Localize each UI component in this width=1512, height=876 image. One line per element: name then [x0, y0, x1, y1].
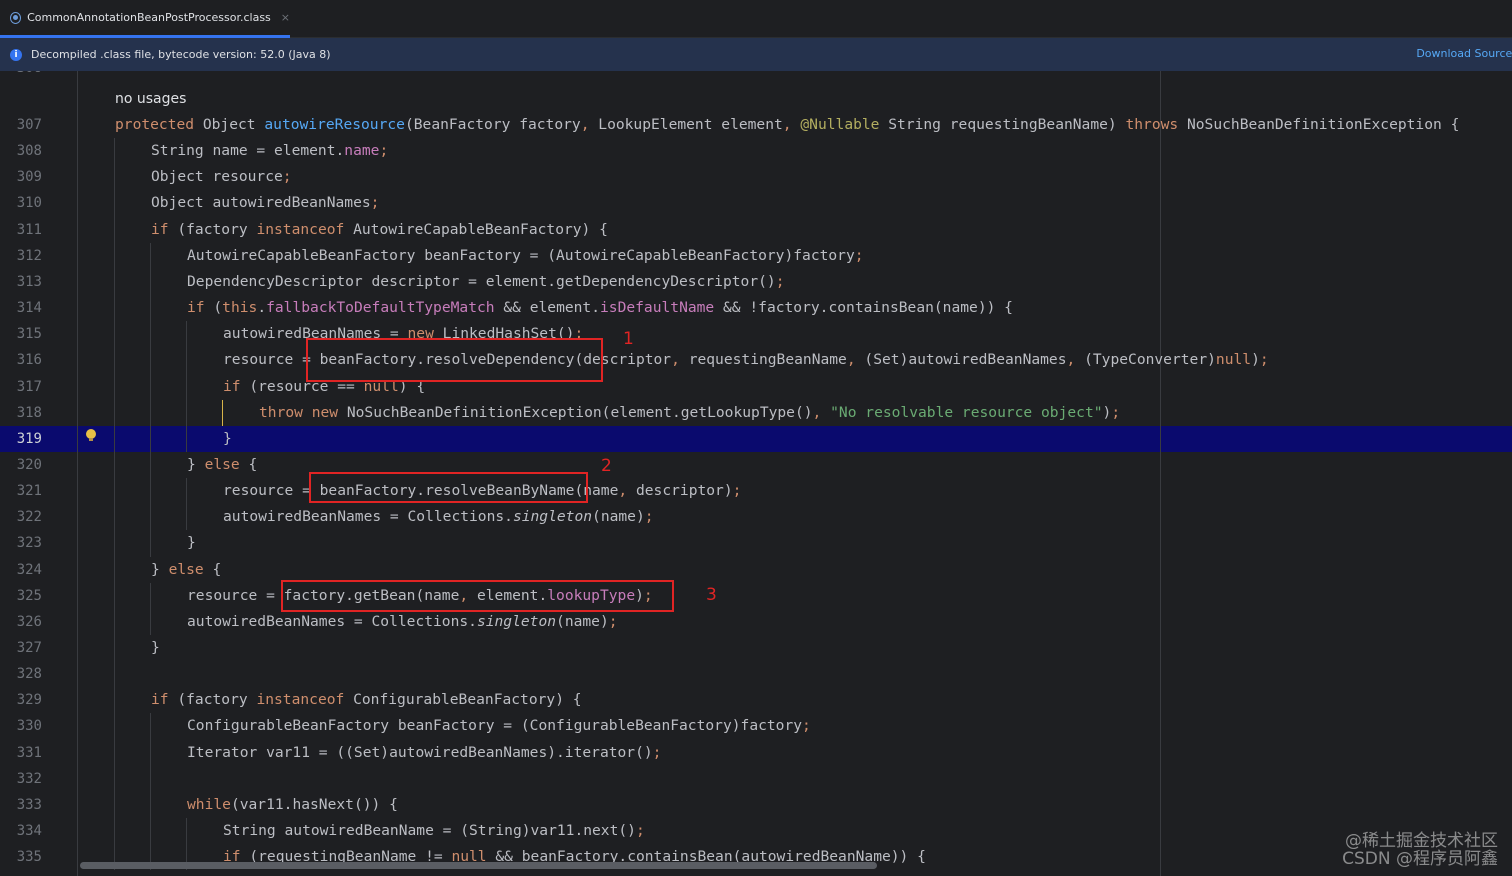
- download-sources-link[interactable]: Download Sources: [1416, 47, 1512, 60]
- line-number: 328: [16, 666, 42, 683]
- code-line[interactable]: } else {: [187, 452, 257, 478]
- code-line[interactable]: Iterator var11 = ((Set)autowiredBeanName…: [187, 740, 661, 766]
- line-number: 312: [16, 247, 42, 264]
- line-number: 313: [16, 273, 42, 290]
- close-icon[interactable]: ×: [281, 11, 290, 24]
- code-line[interactable]: }: [223, 426, 232, 452]
- indent-guide: [186, 321, 187, 452]
- indent-guide: [186, 478, 187, 531]
- line-number: 331: [16, 744, 42, 761]
- line-number: 332: [16, 770, 42, 787]
- line-number: 330: [16, 718, 42, 735]
- line-number: 326: [16, 613, 42, 630]
- indent-guide: [114, 138, 115, 871]
- editor-tab-bar: CommonAnnotationBeanPostProcessor.class …: [0, 0, 1512, 38]
- line-number: 311: [16, 221, 42, 238]
- line-number: 307: [16, 117, 42, 133]
- info-icon: i: [10, 48, 22, 61]
- code-line[interactable]: protected Object autowireResource(BeanFa…: [115, 112, 1459, 138]
- code-line[interactable]: autowiredBeanNames = Collections.singlet…: [187, 609, 618, 635]
- line-number: 314: [16, 300, 42, 317]
- usages-hint[interactable]: no usages: [115, 86, 186, 112]
- decompiled-notification-banner: i Decompiled .class file, bytecode versi…: [0, 38, 1512, 71]
- annotation-label-3: 3: [706, 585, 717, 605]
- line-number: 325: [16, 587, 42, 604]
- gutter-separator: [77, 71, 78, 876]
- line-number: 317: [16, 378, 42, 395]
- line-number: 329: [16, 692, 42, 709]
- code-line[interactable]: }: [187, 530, 196, 556]
- line-number: 308: [16, 143, 42, 160]
- line-number: 323: [16, 535, 42, 552]
- right-margin-guide: [1160, 71, 1161, 876]
- annotation-label-2: 2: [601, 456, 612, 476]
- code-line[interactable]: } else {: [151, 557, 221, 583]
- line-number: 322: [16, 509, 42, 526]
- line-number: 327: [16, 640, 42, 656]
- highlight-box-2: [309, 472, 588, 503]
- code-line[interactable]: DependencyDescriptor descriptor = elemen…: [187, 269, 784, 295]
- code-line[interactable]: if (factory instanceof AutowireCapableBe…: [151, 217, 608, 243]
- line-number: 316: [16, 352, 42, 369]
- line-number: 310: [16, 195, 42, 212]
- line-number: 334: [16, 823, 42, 840]
- lightbulb-icon[interactable]: [86, 429, 96, 443]
- code-line[interactable]: }: [151, 635, 160, 661]
- line-number: 333: [16, 796, 42, 813]
- line-number: 318: [16, 404, 42, 421]
- class-file-icon: [10, 11, 22, 24]
- line-number: 319: [16, 430, 42, 447]
- indent-guide: [150, 582, 151, 635]
- tab-label: CommonAnnotationBeanPostProcessor.class: [27, 11, 271, 24]
- annotation-label-1: 1: [623, 329, 634, 349]
- code-line[interactable]: if (this.fallbackToDefaultTypeMatch && e…: [187, 295, 1013, 321]
- banner-message: Decompiled .class file, bytecode version…: [31, 48, 331, 61]
- line-number: 321: [16, 483, 42, 500]
- line-number: 315: [16, 326, 42, 343]
- line-number: 324: [16, 561, 42, 578]
- line-number: 309: [16, 169, 42, 186]
- code-line[interactable]: throw new NoSuchBeanDefinitionException(…: [259, 400, 1120, 426]
- code-line[interactable]: AutowireCapableBeanFactory beanFactory =…: [187, 243, 864, 269]
- highlight-box-3: [281, 580, 674, 612]
- line-number: 306: [0, 71, 42, 81]
- watermark-csdn: CSDN @程序员阿鑫: [1342, 849, 1498, 869]
- code-line[interactable]: ConfigurableBeanFactory beanFactory = (C…: [187, 713, 811, 739]
- code-line[interactable]: if (factory instanceof ConfigurableBeanF…: [151, 687, 582, 713]
- indent-guide: [150, 713, 151, 871]
- indent-guide: [222, 399, 223, 426]
- highlight-box-1: [306, 338, 603, 382]
- code-editor[interactable]: 306 no usages 307 protected Object autowi…: [0, 71, 1512, 876]
- indent-guide: [150, 242, 151, 557]
- line-number: 335: [16, 849, 42, 866]
- code-line[interactable]: while(var11.hasNext()) {: [187, 792, 398, 818]
- code-line[interactable]: autowiredBeanNames = Collections.singlet…: [223, 504, 654, 530]
- watermark-juejin: @稀土掘金技术社区: [1345, 831, 1498, 851]
- code-line[interactable]: Object autowiredBeanNames;: [151, 190, 379, 216]
- code-line[interactable]: String autowiredBeanName = (String)var11…: [223, 818, 645, 844]
- code-line[interactable]: Object resource;: [151, 164, 292, 190]
- tab-common-annotation-bean-post-processor[interactable]: CommonAnnotationBeanPostProcessor.class …: [0, 0, 290, 38]
- code-line[interactable]: String name = element.name;: [151, 138, 388, 164]
- watermark: @稀土掘金技术社区 CSDN @程序员阿鑫: [1342, 832, 1498, 868]
- line-number: 320: [16, 456, 42, 473]
- horizontal-scrollbar[interactable]: [80, 862, 877, 869]
